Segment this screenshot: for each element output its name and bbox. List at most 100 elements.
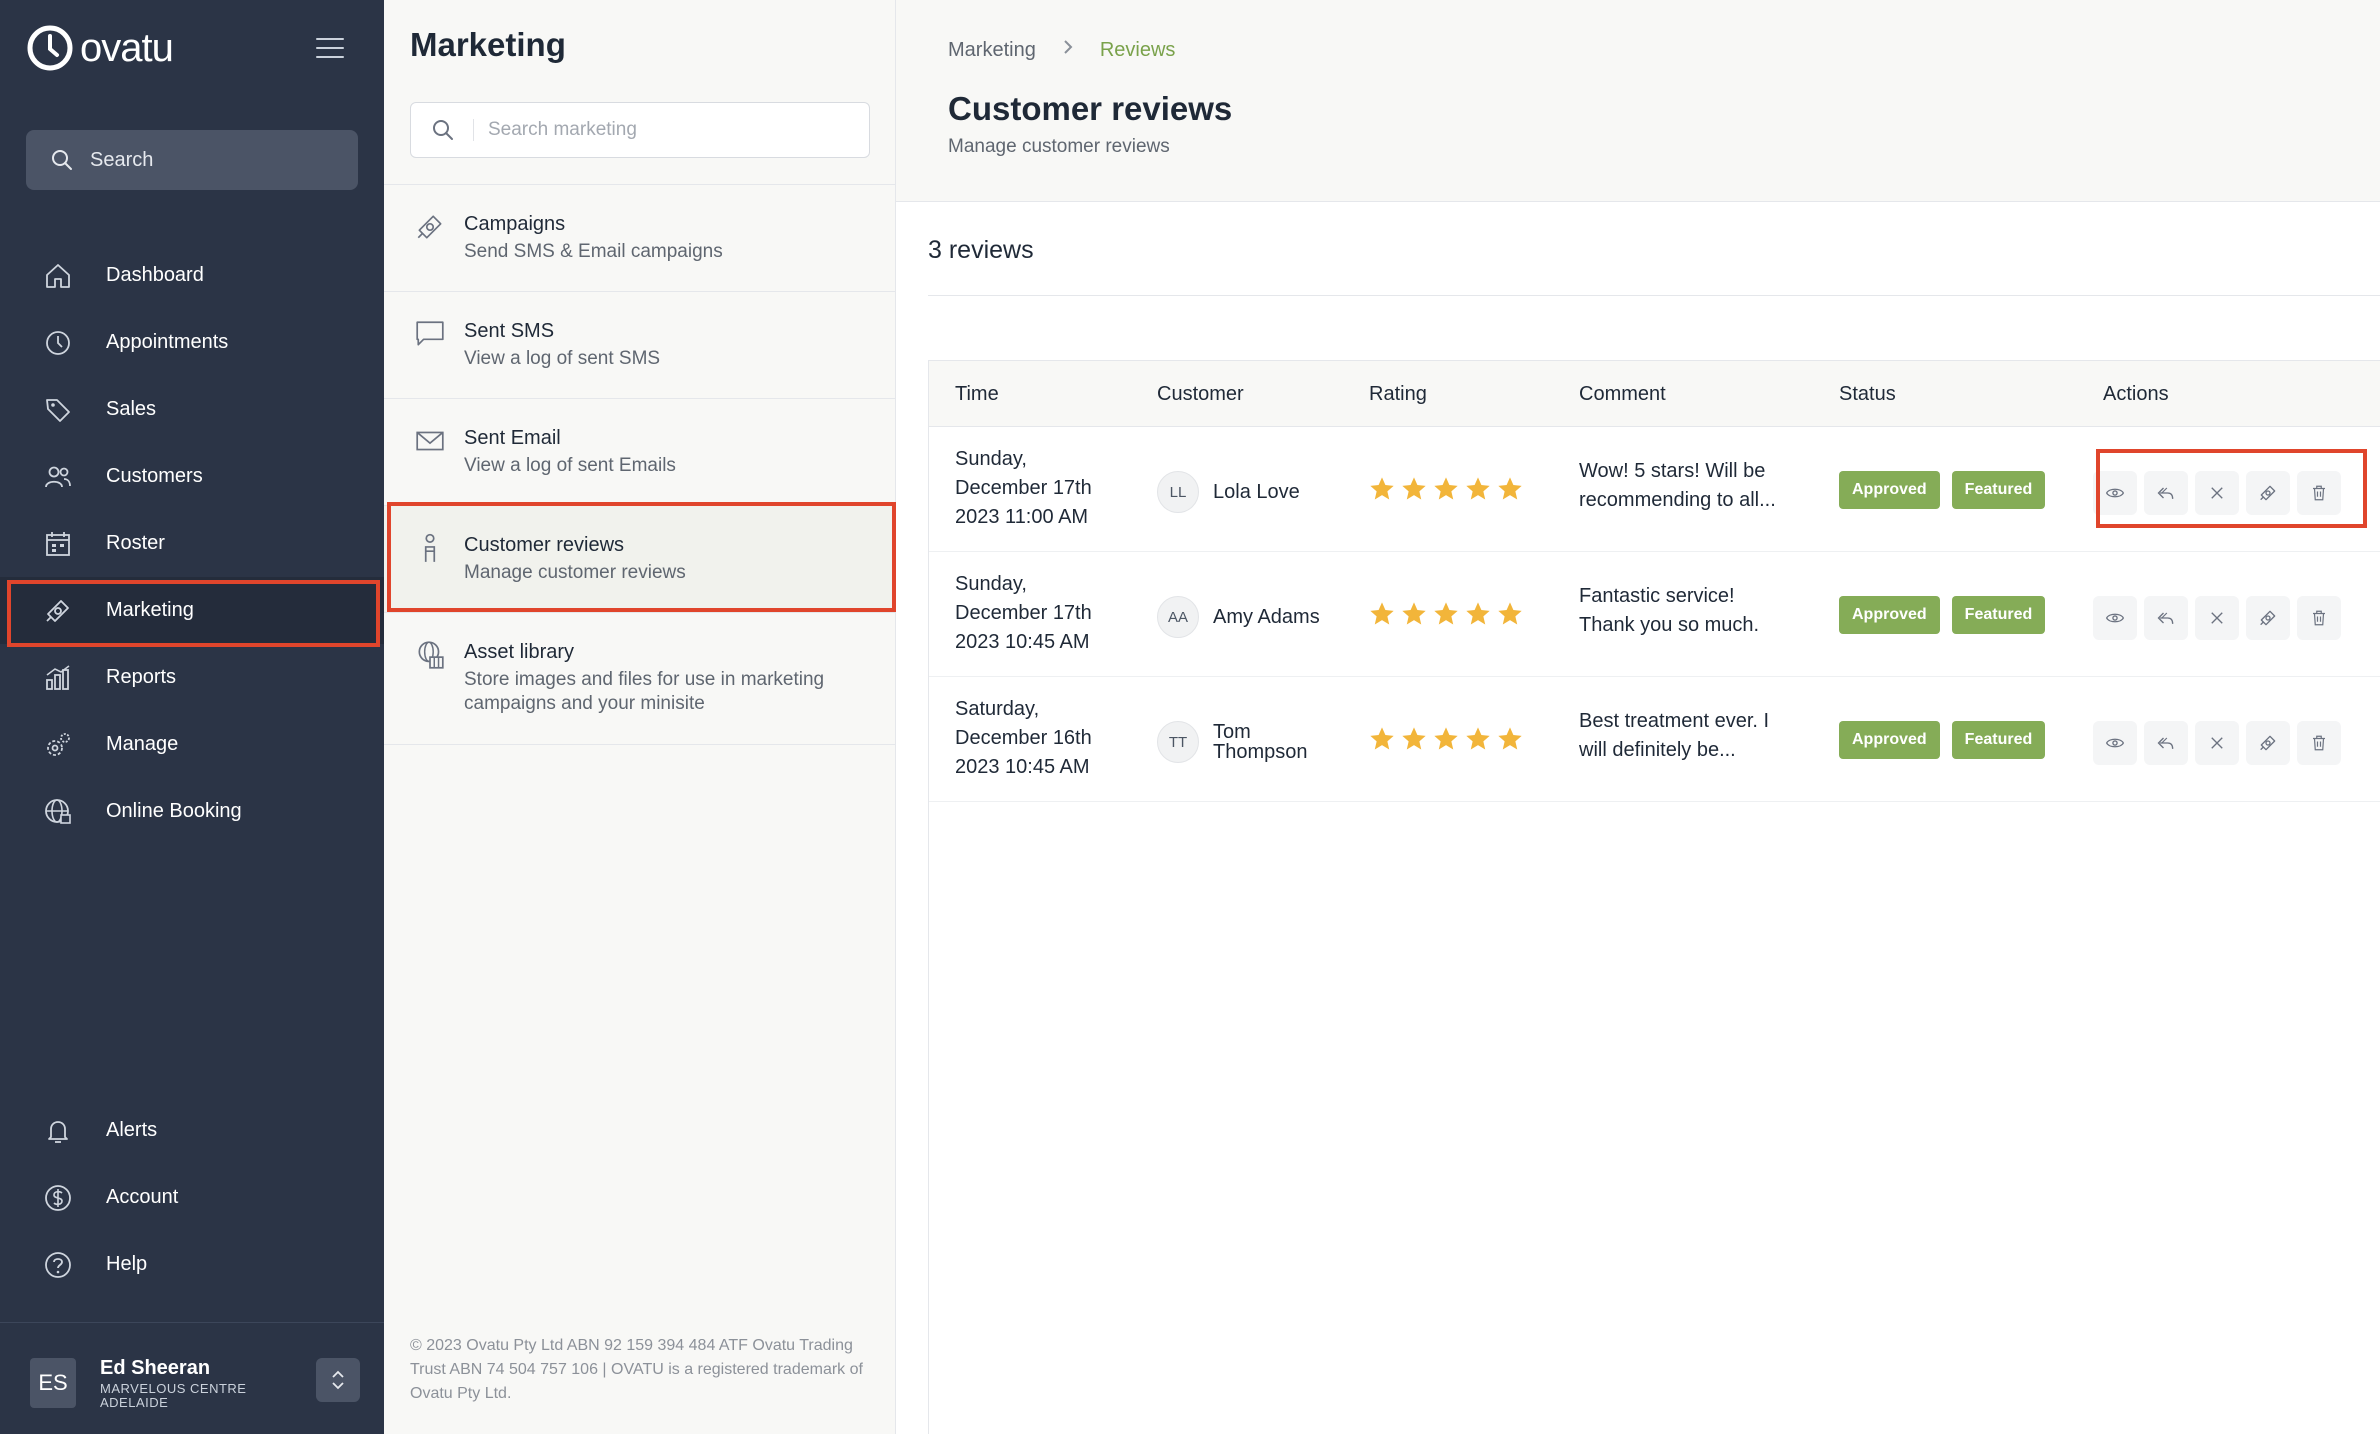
- table-body: Sunday, December 17th 2023 11:00 AM LL Lola …: [929, 427, 2380, 802]
- reply-icon: [2156, 483, 2176, 503]
- view-button[interactable]: [2093, 596, 2137, 640]
- view-button[interactable]: [2093, 471, 2137, 515]
- menu-item-sent-email[interactable]: Sent Email View a log of sent Emails: [384, 399, 895, 506]
- calendar-icon: [42, 528, 74, 560]
- customer-name: Lola Love: [1213, 481, 1300, 503]
- nav-item-roster[interactable]: Roster: [0, 510, 384, 577]
- nav-item-online-booking[interactable]: Online Booking: [0, 778, 384, 845]
- status-badge: Approved: [1839, 596, 1940, 634]
- megaphone-icon: [2258, 608, 2278, 628]
- nav-item-appointments[interactable]: Appointments: [0, 309, 384, 376]
- help-icon: [42, 1249, 74, 1281]
- nav-item-sales[interactable]: Sales: [0, 376, 384, 443]
- close-icon: [2208, 734, 2226, 752]
- nav-item-reports[interactable]: Reports: [0, 644, 384, 711]
- trash-icon: [2310, 733, 2328, 753]
- marketing-search-input[interactable]: Search marketing: [410, 102, 870, 158]
- breadcrumb-reviews: Reviews: [1099, 38, 1176, 61]
- status-badge: Featured: [1951, 721, 2046, 759]
- person-icon: [424, 533, 436, 562]
- customer-cell[interactable]: LL Lola Love: [1157, 471, 1323, 513]
- delete-button[interactable]: [2297, 721, 2341, 765]
- customer-cell[interactable]: TT Tom Thompson: [1157, 721, 1323, 763]
- comment-line: will definitely be...: [1579, 739, 1736, 761]
- row-actions: [2093, 721, 2348, 765]
- logo-text: ovatu: [80, 25, 174, 70]
- profile-name: Ed Sheeran: [100, 1356, 211, 1379]
- sidebar-search-button[interactable]: Search: [26, 130, 358, 190]
- secondary-nav: Alerts Account Help: [0, 1097, 384, 1298]
- breadcrumb-marketing[interactable]: Marketing: [948, 39, 1036, 62]
- profile-location: MARVELOUS CENTRE ADELAIDE: [100, 1380, 247, 1410]
- nav-item-manage[interactable]: Manage: [0, 711, 384, 778]
- eye-icon: [2105, 483, 2125, 503]
- divider: [928, 295, 2380, 296]
- customer-avatar: TT: [1157, 721, 1199, 763]
- menu-item-customer-reviews[interactable]: Customer reviews Manage customer reviews: [384, 506, 895, 613]
- chart-icon: [42, 662, 74, 694]
- menu-item-subtitle: View a log of sent Emails: [464, 455, 676, 476]
- users-icon: [42, 461, 74, 493]
- eye-icon: [2105, 733, 2125, 753]
- menu-item-campaigns[interactable]: Campaigns Send SMS & Email campaigns: [384, 185, 895, 292]
- menu-toggle-icon[interactable]: [316, 38, 344, 60]
- chevron-right-icon: [1062, 38, 1074, 62]
- feature-button[interactable]: [2246, 721, 2290, 765]
- comment-line: Best treatment ever. I: [1579, 710, 1770, 732]
- review-time: Saturday, December 16th 2023 10:45 AM: [955, 695, 1092, 782]
- review-count: 3 reviews: [928, 236, 1034, 264]
- nav-item-help[interactable]: Help: [0, 1231, 384, 1298]
- customer-cell[interactable]: AA Amy Adams: [1157, 596, 1323, 638]
- home-icon: [42, 260, 74, 292]
- reply-button[interactable]: [2144, 471, 2188, 515]
- time-line: Sunday,: [955, 573, 1027, 595]
- col-comment: Comment: [1579, 383, 1666, 405]
- star-icon: [1399, 725, 1429, 753]
- nav-item-alerts[interactable]: Alerts: [0, 1097, 384, 1164]
- star-icon: [1495, 475, 1525, 503]
- library-icon: [418, 641, 444, 669]
- star-icon: [1431, 600, 1461, 628]
- close-icon: [2208, 609, 2226, 627]
- nav-item-customers[interactable]: Customers: [0, 443, 384, 510]
- dollar-icon: [42, 1182, 74, 1214]
- nav-item-marketing[interactable]: Marketing: [0, 577, 384, 644]
- view-button[interactable]: [2093, 721, 2137, 765]
- nav-label: Manage: [106, 733, 179, 755]
- reply-button[interactable]: [2144, 721, 2188, 765]
- nav-item-dashboard[interactable]: Dashboard: [0, 242, 384, 309]
- star-icon: [1399, 600, 1429, 628]
- breadcrumb: Marketing Reviews: [948, 38, 1175, 62]
- nav-label: Customers: [106, 465, 203, 487]
- star-rating: [1367, 725, 1527, 753]
- menu-item-title: Customer reviews: [464, 534, 625, 556]
- table-header: Time Customer Rating Comment Status Acti…: [929, 361, 2380, 427]
- switch-location-button[interactable]: [316, 1358, 360, 1402]
- close-icon: [2208, 484, 2226, 502]
- table-row: Sunday, December 17th 2023 11:00 AM LL Lola …: [929, 427, 2380, 552]
- reject-button[interactable]: [2195, 721, 2239, 765]
- reject-button[interactable]: [2195, 596, 2239, 640]
- nav-item-account[interactable]: Account: [0, 1164, 384, 1231]
- gears-icon: [42, 729, 74, 761]
- profile-switcher[interactable]: ES Ed Sheeran MARVELOUS CENTRE ADELAIDE: [30, 1354, 360, 1412]
- trash-icon: [2310, 483, 2328, 503]
- ovatu-logo[interactable]: ovatu: [26, 24, 174, 72]
- star-icon: [1367, 600, 1397, 628]
- reply-button[interactable]: [2144, 596, 2188, 640]
- search-icon: [433, 120, 453, 140]
- feature-button[interactable]: [2246, 596, 2290, 640]
- col-rating: Rating: [1369, 383, 1427, 405]
- reject-button[interactable]: [2195, 471, 2239, 515]
- feature-button[interactable]: [2246, 471, 2290, 515]
- nav-label: Online Booking: [106, 800, 242, 822]
- delete-button[interactable]: [2297, 596, 2341, 640]
- menu-item-asset-library[interactable]: Asset library Store images and files for…: [384, 613, 895, 745]
- time-line: December 17th: [955, 602, 1092, 624]
- customer-name: Tom Thompson: [1213, 721, 1308, 763]
- delete-button[interactable]: [2297, 471, 2341, 515]
- menu-item-sent-sms[interactable]: Sent SMS View a log of sent SMS: [384, 292, 895, 399]
- star-icon: [1367, 725, 1397, 753]
- review-time: Sunday, December 17th 2023 11:00 AM: [955, 445, 1092, 532]
- search-icon: [52, 150, 72, 170]
